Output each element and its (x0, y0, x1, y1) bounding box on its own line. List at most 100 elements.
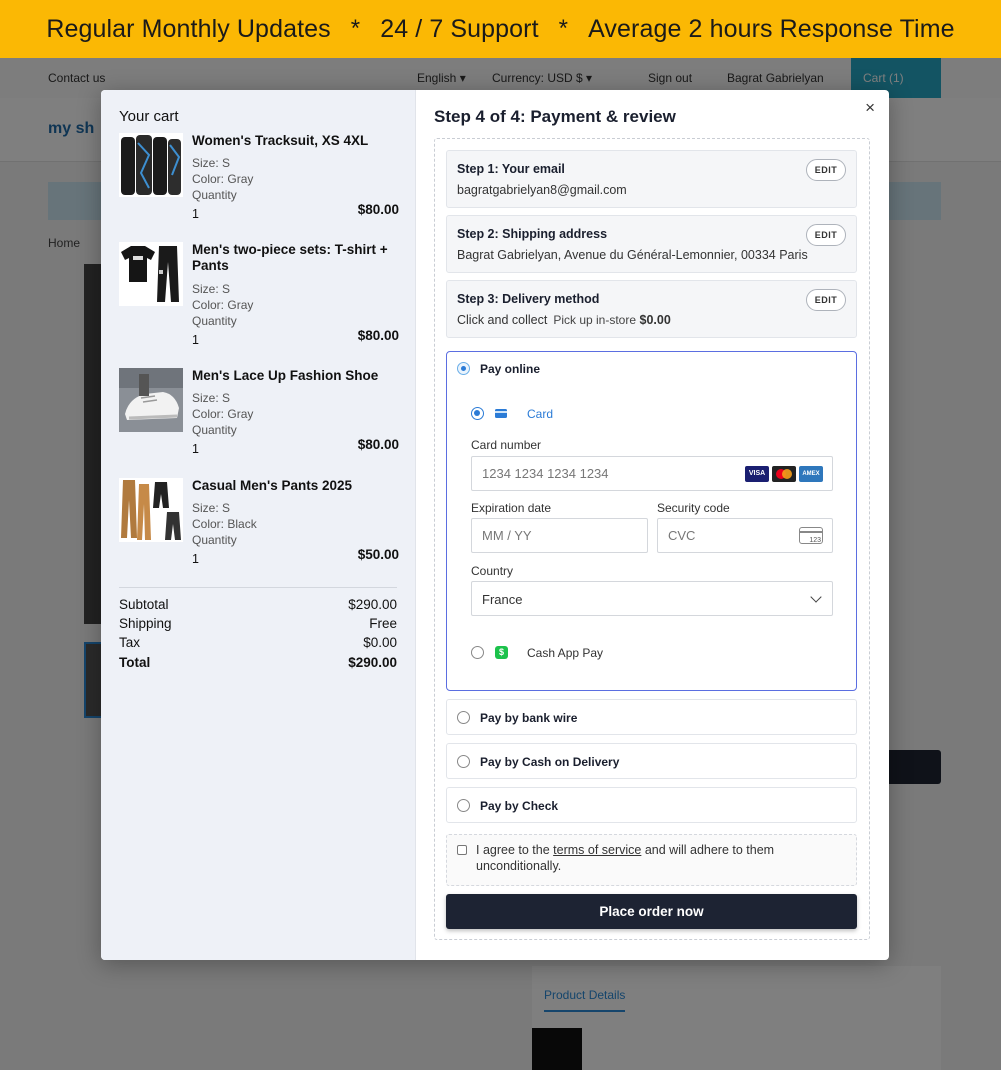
item-image (119, 242, 183, 306)
expiration-label: Expiration date (471, 501, 552, 515)
bank-wire-radio[interactable] (457, 711, 470, 724)
cod-label: Pay by Cash on Delivery (480, 755, 620, 769)
step-delivery-title: Step 3: Delivery method (457, 292, 600, 306)
delivery-detail: Pick up in-store (553, 313, 637, 327)
banner-separator: * (350, 15, 361, 42)
country-select[interactable]: France (471, 581, 833, 616)
banner-separator: * (558, 15, 569, 42)
item-color: Gray (227, 407, 254, 421)
step-title: Step 4 of 4: Payment & review (434, 107, 676, 126)
item-name: Casual Men's Pants 2025 (192, 478, 353, 493)
item-quantity-label: Quantity (192, 314, 237, 328)
delivery-method: Click and collect (457, 313, 548, 327)
item-quantity: 1 (192, 207, 199, 221)
item-price: $50.00 (357, 547, 399, 562)
country-label: Country (471, 564, 514, 578)
cvc-card-icon: 123 (799, 527, 823, 544)
item-size: S (222, 156, 231, 170)
item-size: S (222, 282, 231, 296)
security-code-label: Security code (657, 501, 730, 515)
check-radio[interactable] (457, 799, 470, 812)
subtotal-value: $290.00 (348, 597, 397, 612)
item-size: S (222, 501, 231, 515)
mastercard-icon (772, 466, 796, 482)
pay-online-radio[interactable] (457, 362, 470, 375)
total-value: $290.00 (348, 655, 397, 670)
shipping-row: Shipping Free (119, 616, 397, 631)
terms-link[interactable]: terms of service (553, 843, 641, 857)
item-quantity-label: Quantity (192, 423, 237, 437)
item-price: $80.00 (357, 437, 399, 452)
pay-check-option[interactable]: Pay by Check (446, 787, 857, 823)
pay-cod-option[interactable]: Pay by Cash on Delivery (446, 743, 857, 779)
country-value: France (482, 592, 523, 607)
step-delivery-card: Step 3: Delivery method Click and collec… (446, 280, 857, 338)
item-quantity: 1 (192, 552, 199, 566)
item-image (119, 368, 183, 432)
item-color: Gray (227, 172, 254, 186)
terms-checkbox[interactable] (457, 845, 467, 855)
item-price: $80.00 (357, 202, 399, 217)
tax-row: Tax $0.00 (119, 635, 397, 650)
item-name: Women's Tracksuit, XS 4XL (192, 133, 369, 148)
item-color: Gray (227, 298, 254, 312)
shipping-value: Free (369, 616, 397, 631)
place-order-button[interactable]: Place order now (446, 894, 857, 929)
pay-bank-wire-option[interactable]: Pay by bank wire (446, 699, 857, 735)
step-shipping-card: Step 2: Shipping address Bagrat Gabriely… (446, 215, 857, 273)
subtotal-row: Subtotal $290.00 (119, 597, 397, 612)
banner-support: 24 / 7 Support (380, 14, 539, 43)
cart-title: Your cart (119, 108, 179, 125)
item-name: Men's Lace Up Fashion Shoe (192, 368, 379, 383)
checkout-modal: Your cart Women's Tracksuit, XS 4XL Size… (101, 90, 889, 960)
item-quantity-label: Quantity (192, 533, 237, 547)
banner-updates: Regular Monthly Updates (46, 14, 331, 43)
edit-delivery-button[interactable]: EDIT (806, 289, 846, 311)
card-label[interactable]: Card (527, 407, 553, 421)
cart-summary: Your cart Women's Tracksuit, XS 4XL Size… (101, 90, 416, 960)
payment-panel: × Step 4 of 4: Payment & review Step 1: … (416, 90, 889, 960)
visa-icon: VISA (745, 466, 769, 482)
item-size: S (222, 391, 231, 405)
pay-online-label[interactable]: Pay online (480, 362, 540, 376)
delivery-price: $0.00 (639, 313, 671, 327)
card-radio[interactable] (471, 407, 484, 420)
cod-radio[interactable] (457, 755, 470, 768)
banner-response-time: Average 2 hours Response Time (588, 14, 955, 43)
item-quantity: 1 (192, 333, 199, 347)
check-label: Pay by Check (480, 799, 559, 813)
security-code-wrap: 123 (657, 518, 833, 553)
card-number-label: Card number (471, 438, 542, 452)
cashapp-icon: $ (495, 646, 508, 659)
close-icon[interactable]: × (865, 98, 875, 118)
chevron-down-icon (810, 591, 822, 603)
bank-wire-label: Pay by bank wire (480, 711, 578, 725)
step-email-title: Step 1: Your email (457, 162, 565, 176)
step-email-card: Step 1: Your email bagratgabrielyan8@gma… (446, 150, 857, 208)
item-quantity: 1 (192, 442, 199, 456)
edit-email-button[interactable]: EDIT (806, 159, 846, 181)
pay-online-option: Pay online Card Card number VISA AMEX Ex… (446, 351, 857, 691)
item-quantity-label: Quantity (192, 188, 237, 202)
step-shipping-title: Step 2: Shipping address (457, 227, 608, 241)
step-shipping-value: Bagrat Gabrielyan, Avenue du Général-Lem… (457, 248, 808, 262)
promo-banner: Regular Monthly Updates * 24 / 7 Support… (0, 0, 1001, 58)
total-row: Total $290.00 (119, 655, 397, 670)
card-number-wrap: VISA AMEX (471, 456, 833, 491)
step-email-value: bagratgabrielyan8@gmail.com (457, 183, 627, 197)
cashapp-label[interactable]: Cash App Pay (527, 646, 603, 660)
terms-box: I agree to the terms of service and will… (446, 834, 857, 886)
item-price: $80.00 (357, 328, 399, 343)
credit-card-icon (495, 409, 507, 418)
amex-icon: AMEX (799, 466, 823, 482)
cashapp-radio[interactable] (471, 646, 484, 659)
item-image (119, 478, 183, 542)
card-brand-logos: VISA AMEX (745, 466, 823, 482)
summary-divider (119, 587, 397, 588)
item-name: Men's two-piece sets: T-shirt + Pants (192, 242, 388, 273)
terms-text: I agree to the terms of service and will… (476, 843, 775, 873)
item-color: Black (227, 517, 257, 531)
expiration-input[interactable] (471, 518, 648, 553)
item-image (119, 133, 183, 197)
edit-shipping-button[interactable]: EDIT (806, 224, 846, 246)
